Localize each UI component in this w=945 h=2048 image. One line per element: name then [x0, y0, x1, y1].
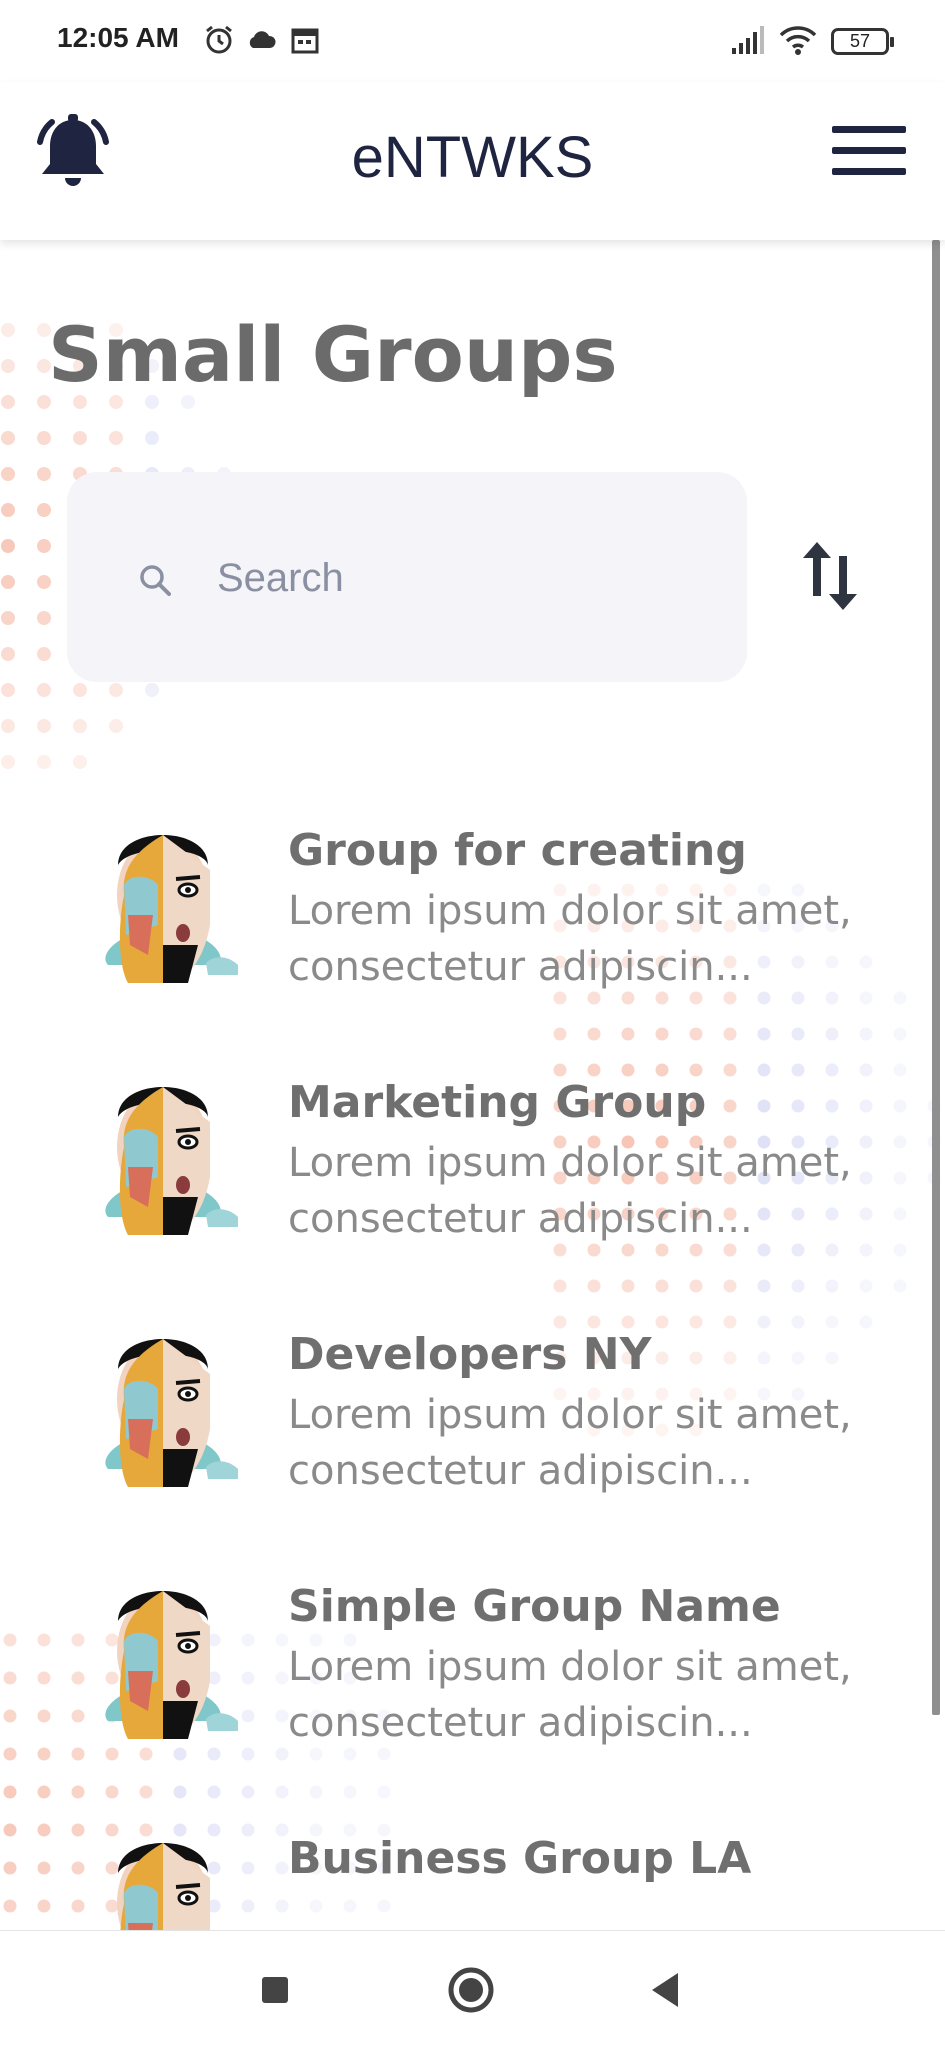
- decorative-dot: [73, 755, 87, 769]
- scroll-indicator[interactable]: [932, 240, 940, 1715]
- decorative-dot: [37, 539, 51, 553]
- decorative-dot: [37, 467, 51, 481]
- group-avatar: [103, 1841, 238, 1930]
- decorative-dot: [1, 539, 15, 553]
- decorative-dot: [1, 719, 15, 733]
- search-box[interactable]: [67, 472, 747, 682]
- group-name: Marketing Group: [288, 1077, 707, 1128]
- decorative-dot: [1, 647, 15, 661]
- app-header: eNTWKS: [0, 82, 945, 240]
- group-desc-line: Lorem ipsum dolor sit amet,: [288, 1392, 852, 1438]
- decorative-dot: [109, 719, 123, 733]
- decorative-dot: [109, 431, 123, 445]
- app-title: eNTWKS: [351, 125, 594, 190]
- group-name: Group for creating: [288, 825, 747, 876]
- search-input[interactable]: [217, 550, 697, 606]
- group-avatar: [103, 1589, 238, 1741]
- decorative-dot: [1, 323, 15, 337]
- group-desc-line: Lorem ipsum dolor sit amet,: [288, 888, 852, 934]
- alarm-icon: [206, 25, 232, 54]
- signal-icon: [732, 26, 764, 54]
- decorative-dot: [37, 431, 51, 445]
- calendar-icon: [291, 28, 319, 54]
- wifi-icon: [779, 26, 817, 55]
- group-desc-line: consectetur adipiscin...: [288, 944, 753, 990]
- hamburger-menu-icon[interactable]: [832, 126, 906, 182]
- list-item[interactable]: Business Group LA: [0, 1813, 945, 1930]
- decorative-dot: [37, 755, 51, 769]
- list-item[interactable]: Marketing Group Lorem ipsum dolor sit am…: [0, 1057, 945, 1287]
- decorative-dot: [1, 431, 15, 445]
- battery-indicator: 57: [831, 28, 894, 55]
- group-desc-line: Lorem ipsum dolor sit amet,: [288, 1644, 852, 1690]
- group-desc-line: Lorem ipsum dolor sit amet,: [288, 1140, 852, 1186]
- group-avatar: [103, 1337, 238, 1489]
- list-item[interactable]: Group for creating Lorem ipsum dolor sit…: [0, 805, 945, 1035]
- cloud-icon: [249, 31, 276, 48]
- group-name: Business Group LA: [288, 1833, 752, 1884]
- decorative-dot: [109, 683, 123, 697]
- decorative-dot: [1, 467, 15, 481]
- group-name: Simple Group Name: [288, 1581, 781, 1632]
- decorative-dot: [37, 503, 51, 517]
- decorative-dot: [145, 431, 159, 445]
- decorative-dot: [73, 719, 87, 733]
- decorative-dot: [1, 755, 15, 769]
- triangle-back-icon[interactable]: [640, 1963, 694, 2017]
- system-nav-bar: [0, 1930, 945, 2048]
- decorative-dot: [1, 611, 15, 625]
- search-icon: [140, 565, 171, 596]
- sort-arrows-icon[interactable]: [795, 536, 865, 616]
- decorative-dot: [37, 611, 51, 625]
- decorative-dot: [37, 647, 51, 661]
- group-description: Lorem ipsum dolor sit amet, consectetur …: [288, 1135, 888, 1247]
- decorative-dot: [37, 683, 51, 697]
- decorative-dot: [145, 683, 159, 697]
- group-desc-line: consectetur adipiscin...: [288, 1196, 753, 1242]
- decorative-dot: [37, 575, 51, 589]
- decorative-dot: [1, 503, 15, 517]
- decorative-dot: [1, 575, 15, 589]
- group-name: Developers NY: [288, 1329, 652, 1380]
- list-item[interactable]: Developers NY Lorem ipsum dolor sit amet…: [0, 1309, 945, 1539]
- list-item[interactable]: Simple Group Name Lorem ipsum dolor sit …: [0, 1561, 945, 1791]
- status-bar: 12:05 AM 57: [0, 0, 945, 82]
- group-description: Lorem ipsum dolor sit amet, consectetur …: [288, 883, 888, 995]
- group-desc-line: consectetur adipiscin...: [288, 1448, 753, 1494]
- group-avatar: [103, 833, 238, 985]
- group-avatar: [103, 1085, 238, 1237]
- decorative-dot: [37, 719, 51, 733]
- status-time: 12:05 AM: [57, 22, 179, 53]
- main-content: Small Groups Group for creating Lorem ip…: [0, 240, 945, 1930]
- circle-icon[interactable]: [444, 1963, 498, 2017]
- square-icon[interactable]: [248, 1963, 302, 2017]
- page-title: Small Groups: [48, 310, 618, 399]
- decorative-dot: [1, 683, 15, 697]
- decorative-dot: [73, 683, 87, 697]
- group-desc-line: consectetur adipiscin...: [288, 1700, 753, 1746]
- decorative-dot: [73, 431, 87, 445]
- group-description: Lorem ipsum dolor sit amet, consectetur …: [288, 1639, 888, 1751]
- group-description: Lorem ipsum dolor sit amet, consectetur …: [288, 1387, 888, 1499]
- decorative-dot: [1, 395, 15, 409]
- decorative-dot: [1, 359, 15, 373]
